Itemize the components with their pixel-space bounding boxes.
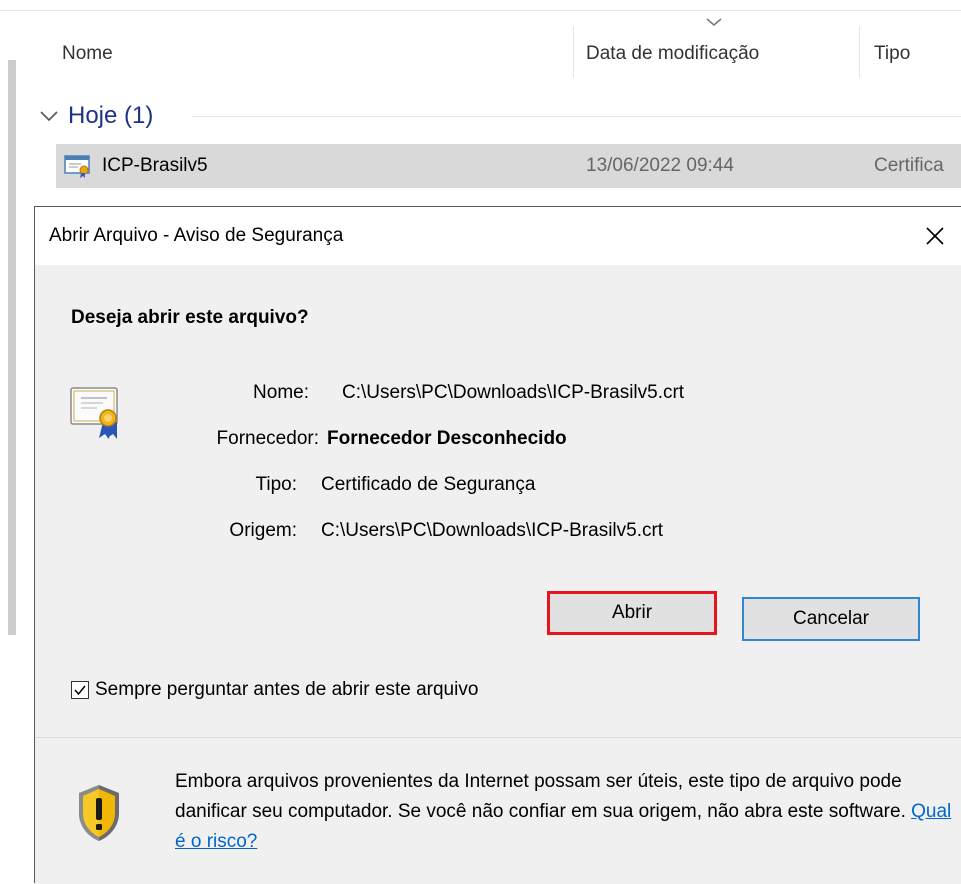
file-type: Certifica <box>874 155 944 176</box>
name-value: C:\Users\PC\Downloads\ICP-Brasilv5.crt <box>342 382 685 403</box>
always-ask-checkbox[interactable] <box>71 681 89 699</box>
file-date: 13/06/2022 09:44 <box>586 155 734 176</box>
publisher-value: Fornecedor Desconhecido <box>327 428 567 449</box>
warning-text: Embora arquivos provenientes da Internet… <box>175 767 955 857</box>
shield-warning-icon <box>79 785 119 841</box>
open-button[interactable]: Abrir <box>547 591 717 635</box>
close-button[interactable] <box>915 216 955 256</box>
cancel-button-label: Cancelar <box>792 608 870 629</box>
column-header-type-label: Tipo <box>874 43 911 64</box>
origin-value: C:\Users\PC\Downloads\ICP-Brasilv5.crt <box>321 520 664 541</box>
column-separator[interactable] <box>859 26 860 78</box>
top-divider <box>0 10 961 11</box>
always-ask-label: Sempre perguntar antes de abrir este arq… <box>95 679 479 700</box>
checkmark-icon <box>74 685 86 696</box>
certificate-icon <box>70 387 118 439</box>
group-header-today[interactable]: Hoje (1) <box>38 96 153 136</box>
type-value: Certificado de Segurança <box>321 474 536 495</box>
publisher-label: Fornecedor: <box>216 428 319 449</box>
cancel-button[interactable]: Cancelar <box>742 597 920 641</box>
certificate-file-icon <box>64 155 90 178</box>
dialog-title: Abrir Arquivo - Aviso de Segurança <box>49 225 344 246</box>
sort-chevron-icon <box>706 18 722 26</box>
column-header-type[interactable]: Tipo <box>874 32 910 76</box>
column-header-date-label: Data de modificação <box>586 43 760 64</box>
group-divider <box>192 116 961 117</box>
name-label: Nome: <box>253 382 309 403</box>
close-icon <box>926 227 944 245</box>
file-name: ICP-Brasilv5 <box>102 155 208 176</box>
column-header-name-label: Nome <box>62 43 113 64</box>
column-separator[interactable] <box>573 26 574 78</box>
security-warning-dialog: Abrir Arquivo - Aviso de Segurança Desej… <box>34 206 961 884</box>
group-label: Hoje (1) <box>68 102 154 129</box>
always-ask-checkbox-row[interactable]: Sempre perguntar antes de abrir este arq… <box>71 679 478 701</box>
column-header-date[interactable]: Data de modificação <box>586 32 759 76</box>
chevron-down-icon <box>40 111 58 122</box>
dialog-titlebar[interactable]: Abrir Arquivo - Aviso de Segurança <box>35 207 961 265</box>
file-row[interactable]: ICP-Brasilv5 13/06/2022 09:44 Certifica <box>56 144 961 188</box>
column-header-name[interactable]: Nome <box>62 32 113 76</box>
scrollbar[interactable] <box>8 60 16 635</box>
warning-message: Embora arquivos provenientes da Internet… <box>175 771 906 822</box>
open-button-label: Abrir <box>611 602 653 623</box>
type-label: Tipo: <box>255 474 297 495</box>
dialog-question: Deseja abrir este arquivo? <box>71 307 309 328</box>
origin-label: Origem: <box>229 520 297 541</box>
